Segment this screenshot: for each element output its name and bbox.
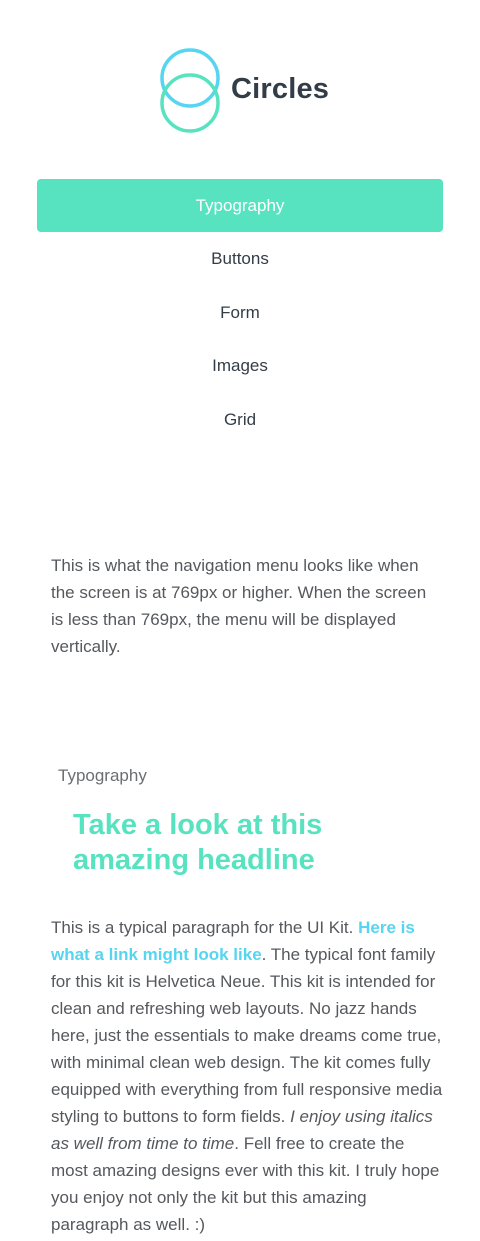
headline: Take a look at this amazing headline [73, 809, 323, 876]
paragraph-intro: This is a typical paragraph for the UI K… [51, 918, 359, 937]
brand-name: Circles [231, 73, 330, 105]
nav-item-images[interactable]: Images [37, 339, 443, 393]
overlapping-circles-icon [160, 48, 220, 133]
main-nav: Typography Buttons Form Images Grid [37, 179, 443, 446]
brand-logo[interactable]: Circles [158, 48, 338, 134]
nav-item-form[interactable]: Form [37, 286, 443, 340]
paragraph-middle: . The typical font family for this kit i… [51, 945, 443, 1126]
body-paragraph: This is a typical paragraph for the UI K… [51, 914, 443, 1238]
nav-item-buttons[interactable]: Buttons [37, 232, 443, 286]
nav-item-grid[interactable]: Grid [37, 393, 443, 447]
nav-note-paragraph: This is what the navigation menu looks l… [51, 556, 427, 656]
nav-item-typography[interactable]: Typography [37, 179, 443, 232]
section-label: Typography [58, 766, 147, 785]
